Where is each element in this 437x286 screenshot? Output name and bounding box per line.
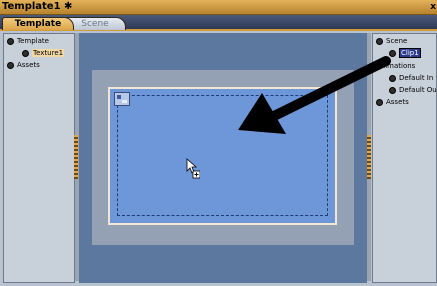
tree-label: Texture1: [32, 49, 65, 57]
left-splitter-handle[interactable]: [74, 135, 78, 179]
bullet-icon: [376, 37, 383, 45]
tree-item-default-out[interactable]: Default Out: [389, 85, 437, 95]
stage-area: [79, 33, 367, 283]
bullet-icon: [7, 61, 14, 69]
tree-item-default-in[interactable]: Default In: [389, 73, 433, 83]
tree-item-assets[interactable]: Assets: [7, 60, 40, 70]
bullet-icon: [376, 98, 383, 106]
tab-template[interactable]: Template: [2, 17, 74, 30]
tree-item-scene[interactable]: Scene: [376, 36, 407, 46]
tree-label-selected: Clip1: [399, 48, 421, 58]
tree-label: Assets: [17, 61, 40, 69]
bullet-icon: [389, 74, 396, 82]
tree-label: Animations: [376, 62, 416, 70]
template-editor-window: Template1 ✱ x Scene Template Template Te…: [0, 0, 437, 286]
window-title-text: Template1: [2, 1, 61, 12]
tree-item-texture[interactable]: Texture1: [22, 48, 65, 58]
scene-tree-panel: Scene Clip1 Animations Default In Defaul…: [372, 33, 437, 283]
tree-label: Assets: [386, 98, 409, 106]
template-tree-panel: Template Texture1 Assets: [3, 33, 75, 283]
tab-bar: Scene Template: [0, 15, 437, 31]
bullet-icon: [22, 49, 29, 57]
title-bar: Template1 ✱ x: [0, 0, 437, 15]
safe-area-guide: [117, 95, 328, 216]
window-title: Template1 ✱: [2, 0, 72, 14]
pointer-cursor-icon: [186, 158, 200, 179]
template-canvas[interactable]: [108, 87, 337, 225]
asterisk-icon: ✱: [64, 1, 73, 12]
tree-label: Scene: [386, 37, 408, 45]
tree-label: Default Out: [399, 86, 437, 94]
image-thumbnail-icon[interactable]: [114, 92, 130, 106]
bullet-icon: [389, 49, 396, 57]
tree-item-template[interactable]: Template: [7, 36, 49, 46]
tree-item-clip[interactable]: Clip1: [389, 48, 421, 58]
close-icon[interactable]: x: [430, 0, 436, 14]
bullet-icon: [7, 37, 14, 45]
tree-label: Template: [17, 37, 49, 45]
tree-item-animations[interactable]: Animations: [376, 61, 415, 71]
right-splitter-handle[interactable]: [367, 135, 371, 179]
stage-frame: [92, 70, 354, 245]
tree-label: Default In: [399, 74, 434, 82]
bullet-icon: [389, 86, 396, 94]
tree-item-assets-right[interactable]: Assets: [376, 97, 409, 107]
